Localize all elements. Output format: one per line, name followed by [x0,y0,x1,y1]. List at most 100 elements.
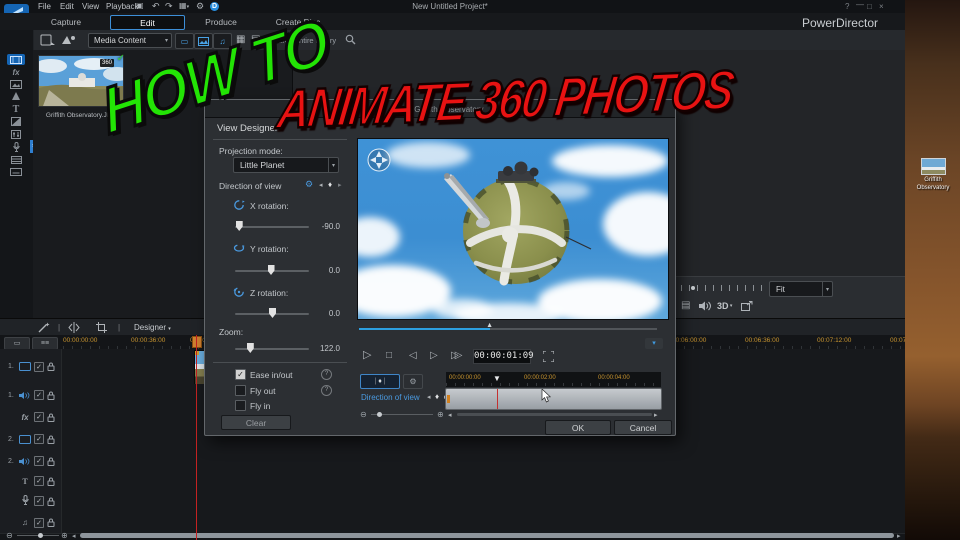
kf-zoom-in-icon[interactable]: ⊕ [437,410,444,419]
kf-prev-keyframe-icon[interactable]: ◂ [427,393,431,401]
fly-out-help-icon[interactable]: ? [321,385,332,396]
menu-edit[interactable]: Edit [60,3,74,11]
lock-icon[interactable] [47,435,55,444]
previous-frame-button[interactable]: ◁ [409,351,417,361]
x-rotation-slider[interactable] [235,221,309,231]
timeline-playhead[interactable] [196,335,197,540]
ok-button[interactable]: OK [545,420,611,435]
split-tool-icon[interactable] [68,322,80,333]
kf-hscrollbar[interactable] [457,413,652,416]
preview-zoom-dot[interactable] [691,286,695,290]
fullscreen-icon[interactable] [543,351,554,362]
track-enable-checkbox[interactable]: ✓ [34,434,44,444]
magic-tool-icon[interactable] [38,322,50,333]
capture-import-icon[interactable] [61,34,76,46]
next-keyframe-icon[interactable]: ▸ [338,181,342,189]
y-rotation-slider[interactable] [235,265,309,275]
y-rotation-thumb[interactable] [267,265,275,275]
lock-icon[interactable] [47,362,55,371]
keyframe-mode-button[interactable]: | ♦ | [360,374,400,389]
z-rotation-slider[interactable] [235,308,309,318]
search-icon[interactable] [345,34,356,45]
help-icon[interactable]: ? [845,3,849,11]
lock-icon[interactable] [47,497,55,506]
speaker-icon[interactable] [699,301,711,311]
track-row-voice[interactable]: ✓ [0,490,905,513]
menu-playback[interactable]: Playback [106,3,138,11]
fly-out-checkbox[interactable] [235,385,246,396]
fast-forward-button[interactable]: ▷▷ [451,351,463,361]
seek-thumb[interactable]: ▲ [486,322,493,329]
prev-keyframe-icon[interactable]: ◂ [319,181,323,189]
sidebar-item-subtitle-room[interactable] [7,166,25,177]
sidebar-item-media-room[interactable] [7,54,25,65]
clear-button[interactable]: Clear [221,415,291,430]
track-row-music[interactable]: ♫ ✓ [0,512,905,534]
timeline-zoom-out-icon[interactable]: ⊖ [6,531,13,540]
zoom-slider[interactable] [235,343,309,353]
track-enable-checkbox[interactable]: ✓ [34,412,44,422]
hscroll-left-icon[interactable]: ◂ [72,532,76,540]
dialog-preview[interactable] [335,138,693,327]
timeline-hscrollbar[interactable] [80,533,894,538]
keyframe-settings-button[interactable]: ⚙ [403,374,423,389]
menu-view[interactable]: View [82,3,99,11]
kf-track-label[interactable]: Direction of view [361,393,420,402]
lock-icon[interactable] [47,477,55,486]
tab-edit[interactable]: Edit [110,15,185,30]
maximize-icon[interactable]: □ [867,3,872,11]
x-rotation-thumb[interactable] [235,221,243,231]
settings-gear-icon[interactable]: ⚙ [196,2,204,11]
projection-mode-dropdown[interactable]: Little Planet ▾ [233,157,339,173]
track-enable-checkbox[interactable]: ✓ [34,390,44,400]
quality-icon[interactable]: ▤ [681,301,690,311]
timeline-zoom-knob[interactable] [38,533,43,538]
kf-playhead-triangle[interactable]: ▼ [493,374,501,383]
collapse-chevron-button[interactable]: ▾ [645,338,663,349]
sidebar-item-title-room[interactable]: T [7,104,25,115]
kf-keyframe-marker[interactable] [447,395,450,403]
3d-toggle[interactable]: 3D ▾ [717,301,732,311]
fit-dropdown[interactable]: Fit ▾ [769,281,833,297]
designer-button[interactable]: Designer ▾ [134,323,171,332]
play-button[interactable]: ▷ [363,350,371,361]
track-row-audio2[interactable]: 2. ✓ [0,450,905,473]
redo-icon[interactable]: ↷ [165,2,173,11]
timeline-zoom-in-icon[interactable]: ⊕ [61,531,68,540]
kf-zoom-out-icon[interactable]: ⊖ [360,410,367,419]
kf-track-bar[interactable] [445,388,662,410]
sidebar-item-transition-room[interactable] [7,116,25,127]
library-type-dropdown[interactable]: Media Content ▾ [88,33,172,48]
kf-add-keyframe-icon[interactable]: ♦ [435,392,439,401]
track-enable-checkbox[interactable]: ✓ [34,361,44,372]
kf-scroll-right-icon[interactable]: ▸ [654,411,658,419]
track-enable-checkbox[interactable]: ✓ [34,456,44,466]
import-media-icon[interactable] [40,34,55,46]
hscroll-right-icon[interactable]: ▸ [897,532,901,540]
playhead-grip[interactable] [192,336,202,348]
track-enable-checkbox[interactable]: ✓ [34,476,44,486]
sidebar-item-audio-mixing-room[interactable] [7,129,25,140]
sidebar-item-particle-room[interactable] [7,91,25,102]
kf-ruler[interactable]: 00:00:00:00 00:00:02:00 00:00:04:00 ▼ [445,371,662,388]
zoom-thumb[interactable] [246,343,254,353]
stop-button[interactable]: □ [386,351,392,361]
cancel-button[interactable]: Cancel [614,420,672,435]
lock-icon[interactable] [47,413,55,422]
next-frame-button[interactable]: ▷ [430,351,438,361]
crop-tool-icon[interactable] [96,322,107,333]
tab-capture[interactable]: Capture [30,15,102,28]
dialog-tab-view-designer[interactable]: View Designer [217,123,278,134]
track-enable-checkbox[interactable]: ✓ [34,517,44,528]
lock-icon[interactable] [47,518,55,527]
track-row-title[interactable]: T ✓ [0,472,905,491]
ease-in-out-checkbox[interactable]: ✓ [235,369,246,380]
menu-file[interactable]: File [38,3,51,11]
detach-preview-icon[interactable] [741,301,753,311]
sidebar-item-effect-room[interactable]: fx [7,67,25,78]
kf-scroll-left-icon[interactable]: ◂ [448,411,452,419]
track-enable-checkbox[interactable]: ✓ [34,496,44,506]
undo-icon[interactable]: ↶ [152,2,160,11]
directorzone-icon[interactable]: D [210,2,219,11]
ease-help-icon[interactable]: ? [321,369,332,380]
